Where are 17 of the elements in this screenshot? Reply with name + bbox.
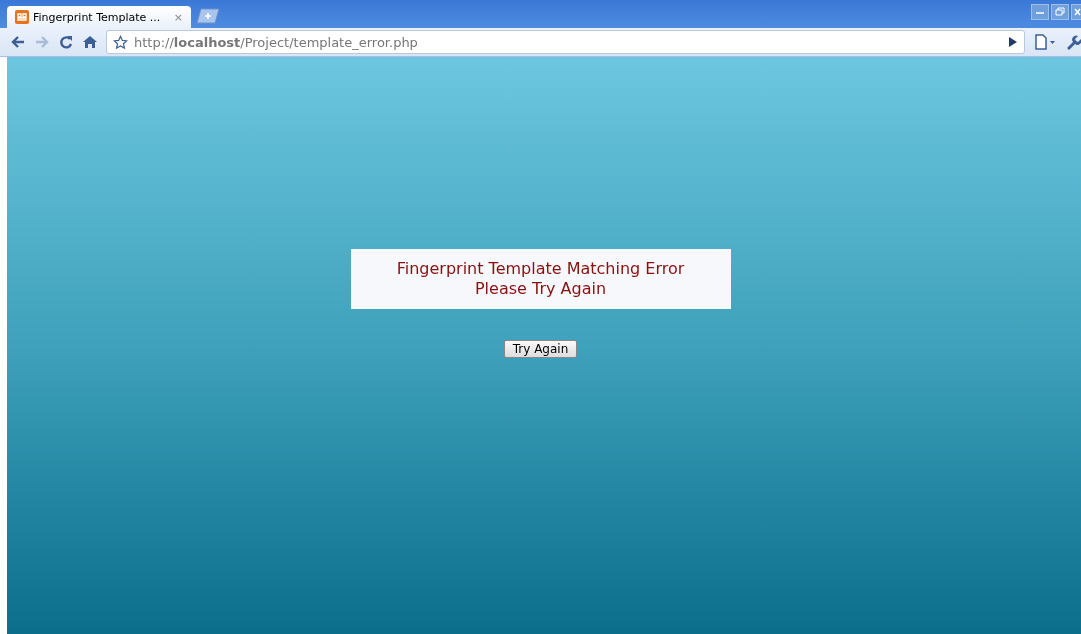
reload-icon[interactable] — [58, 34, 74, 50]
favicon-icon — [15, 10, 29, 24]
browser-tab[interactable]: Fingerprint Template ... × — [7, 6, 191, 28]
error-text: Please Try Again — [474, 279, 607, 299]
home-icon[interactable] — [82, 34, 98, 50]
url-text: http://localhost/Project/template_error.php — [134, 34, 419, 50]
close-button[interactable] — [1071, 4, 1081, 20]
try-again-button[interactable]: Try Again — [503, 340, 578, 358]
new-tab-button[interactable] — [195, 8, 221, 24]
error-text: Fingerprint Template Matching Error — [396, 259, 685, 279]
address-bar[interactable]: http://localhost/Project/template_error.php — [106, 30, 1025, 54]
go-icon[interactable] — [1008, 36, 1018, 48]
tab-title: Fingerprint Template ... — [33, 10, 162, 24]
wrench-icon[interactable] — [1065, 34, 1081, 50]
star-icon[interactable] — [113, 34, 128, 50]
page-menu-icon[interactable] — [1033, 34, 1057, 50]
back-icon[interactable] — [10, 34, 26, 50]
